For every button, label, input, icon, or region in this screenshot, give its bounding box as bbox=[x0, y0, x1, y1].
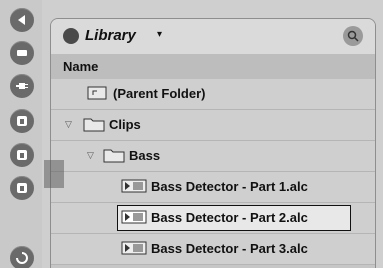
clip-file-icon bbox=[121, 178, 147, 199]
list-item-selected[interactable]: Bass Detector - Part 2.alc bbox=[51, 203, 375, 234]
library-title[interactable]: Library bbox=[85, 27, 136, 44]
chevron-down-icon[interactable]: ▾ bbox=[157, 29, 162, 40]
list-item-label: Clips bbox=[109, 117, 141, 132]
disclosure-open-icon[interactable]: ▽ bbox=[65, 119, 72, 130]
name-column-header[interactable]: Name bbox=[51, 55, 375, 79]
list-item-label: Bass Detector - Part 3.alc bbox=[151, 241, 308, 256]
folder-icon bbox=[103, 147, 125, 168]
drag-shadow bbox=[44, 160, 64, 188]
disk-icon-3[interactable] bbox=[10, 176, 34, 200]
parent-folder-icon bbox=[87, 85, 107, 106]
list-item[interactable]: Bass Detector - Part 3.alc bbox=[51, 234, 375, 265]
file-browser-panel: Library ▾ Name (Parent Folder) ▽ Clips ▽… bbox=[50, 18, 376, 268]
library-icon bbox=[63, 28, 79, 44]
folder-icon bbox=[83, 116, 105, 137]
file-list: (Parent Folder) ▽ Clips ▽ Bass Bass Dete… bbox=[51, 79, 375, 265]
list-item[interactable]: ▽ Clips bbox=[51, 110, 375, 141]
browser-selector-column bbox=[0, 0, 42, 268]
clip-file-icon bbox=[121, 209, 147, 230]
clip-file-icon bbox=[121, 240, 147, 261]
disclosure-open-icon[interactable]: ▽ bbox=[87, 150, 94, 161]
search-icon[interactable] bbox=[343, 26, 363, 46]
list-item[interactable]: (Parent Folder) bbox=[51, 79, 375, 110]
list-item-label: Bass bbox=[129, 148, 161, 163]
back-arrow-icon[interactable] bbox=[10, 8, 34, 32]
disk-icon-2[interactable] bbox=[10, 143, 34, 167]
browser-window: Library ▾ Name (Parent Folder) ▽ Clips ▽… bbox=[0, 0, 383, 268]
list-item[interactable]: ▽ Bass bbox=[51, 141, 375, 172]
disk-icon-1[interactable] bbox=[10, 109, 34, 133]
refresh-icon[interactable] bbox=[10, 246, 34, 268]
browser-header: Library ▾ bbox=[51, 19, 375, 55]
plugin-icon[interactable] bbox=[10, 74, 34, 98]
list-item[interactable]: Bass Detector - Part 1.alc bbox=[51, 172, 375, 203]
column-header-label: Name bbox=[63, 59, 99, 74]
list-item-label: (Parent Folder) bbox=[113, 86, 206, 101]
list-item-label: Bass Detector - Part 2.alc bbox=[151, 210, 308, 225]
device-icon[interactable] bbox=[10, 41, 34, 65]
list-item-label: Bass Detector - Part 1.alc bbox=[151, 179, 308, 194]
